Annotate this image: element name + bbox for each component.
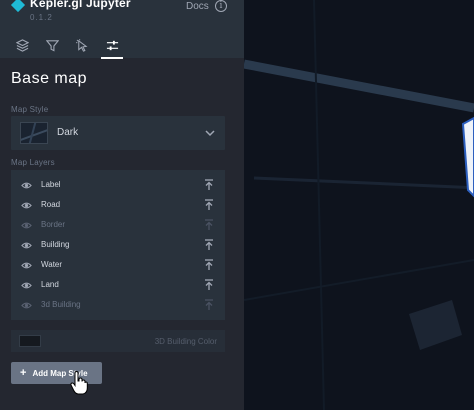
layer-row-building: Building	[11, 235, 225, 255]
map-layers-list: Label Road Border Building Water Land 3d…	[11, 170, 225, 320]
eye-icon[interactable]	[21, 200, 32, 211]
building-color-label: 3D Building Color	[154, 337, 217, 346]
layer-label: Label	[41, 180, 61, 189]
info-icon[interactable]: i	[215, 0, 227, 12]
move-to-top-icon[interactable]	[204, 179, 214, 191]
layer-row-border: Border	[11, 215, 225, 235]
tab-interactions[interactable]	[72, 35, 92, 55]
dark-base-map	[244, 0, 474, 410]
layer-label: Land	[41, 280, 59, 289]
kepler-logo-icon	[10, 0, 26, 13]
eye-icon[interactable]	[21, 240, 32, 251]
layer-row-3d-building: 3d Building	[11, 295, 225, 315]
selected-map-style: Dark	[57, 127, 79, 138]
panel-header: Kepler.gl Jupyter 0.1.2 Docs i	[0, 0, 244, 59]
kepler-app: Kepler.gl Jupyter 0.1.2 Docs i Base map …	[0, 0, 474, 410]
move-to-top-icon[interactable]	[204, 199, 214, 211]
plus-icon: +	[20, 366, 27, 379]
layer-row-label: Label	[11, 175, 225, 195]
app-version: 0.1.2	[30, 13, 53, 22]
eye-icon[interactable]	[21, 300, 32, 311]
docs-link[interactable]: Docs	[186, 1, 209, 12]
map-canvas[interactable]	[244, 0, 474, 410]
section-title: Base map	[11, 70, 88, 87]
side-panel: Kepler.gl Jupyter 0.1.2 Docs i Base map …	[0, 0, 244, 410]
chevron-down-icon	[205, 130, 215, 137]
layer-label: Border	[41, 220, 66, 229]
map-style-label: Map Style	[11, 105, 49, 114]
map-style-thumbnail	[20, 122, 48, 144]
move-to-top-icon[interactable]	[204, 259, 214, 271]
layer-label: Water	[41, 260, 63, 269]
panel-tabs	[0, 32, 244, 59]
eye-icon[interactable]	[21, 180, 32, 191]
move-to-top-icon[interactable]	[204, 219, 214, 231]
add-map-style-button[interactable]: + Add Map Style	[11, 362, 102, 384]
tab-layers[interactable]	[12, 35, 32, 55]
layer-label: Building	[41, 240, 70, 249]
layer-row-road: Road	[11, 195, 225, 215]
tab-filters[interactable]	[42, 35, 62, 55]
interaction-cursor-icon	[75, 38, 88, 52]
eye-icon[interactable]	[21, 220, 32, 231]
move-to-top-icon[interactable]	[204, 279, 214, 291]
building-color-picker[interactable]: 3D Building Color	[11, 330, 225, 352]
layer-label: Road	[41, 200, 61, 209]
layers-icon	[15, 38, 29, 52]
map-style-dropdown[interactable]: Dark	[11, 116, 225, 150]
app-title: Kepler.gl Jupyter	[30, 0, 131, 10]
map-layers-label: Map Layers	[11, 158, 55, 167]
eye-icon[interactable]	[21, 260, 32, 271]
move-to-top-icon[interactable]	[204, 239, 214, 251]
building-color-swatch[interactable]	[19, 335, 41, 347]
eye-icon[interactable]	[21, 280, 32, 291]
tab-base-map[interactable]	[101, 35, 123, 59]
hand-pointer-cursor-icon	[70, 371, 88, 395]
layer-label: 3d Building	[41, 300, 81, 309]
layer-row-land: Land	[11, 275, 225, 295]
filter-icon	[45, 39, 59, 52]
layer-row-water: Water	[11, 255, 225, 275]
move-to-top-icon[interactable]	[204, 299, 214, 311]
settings-sliders-icon	[106, 40, 118, 50]
